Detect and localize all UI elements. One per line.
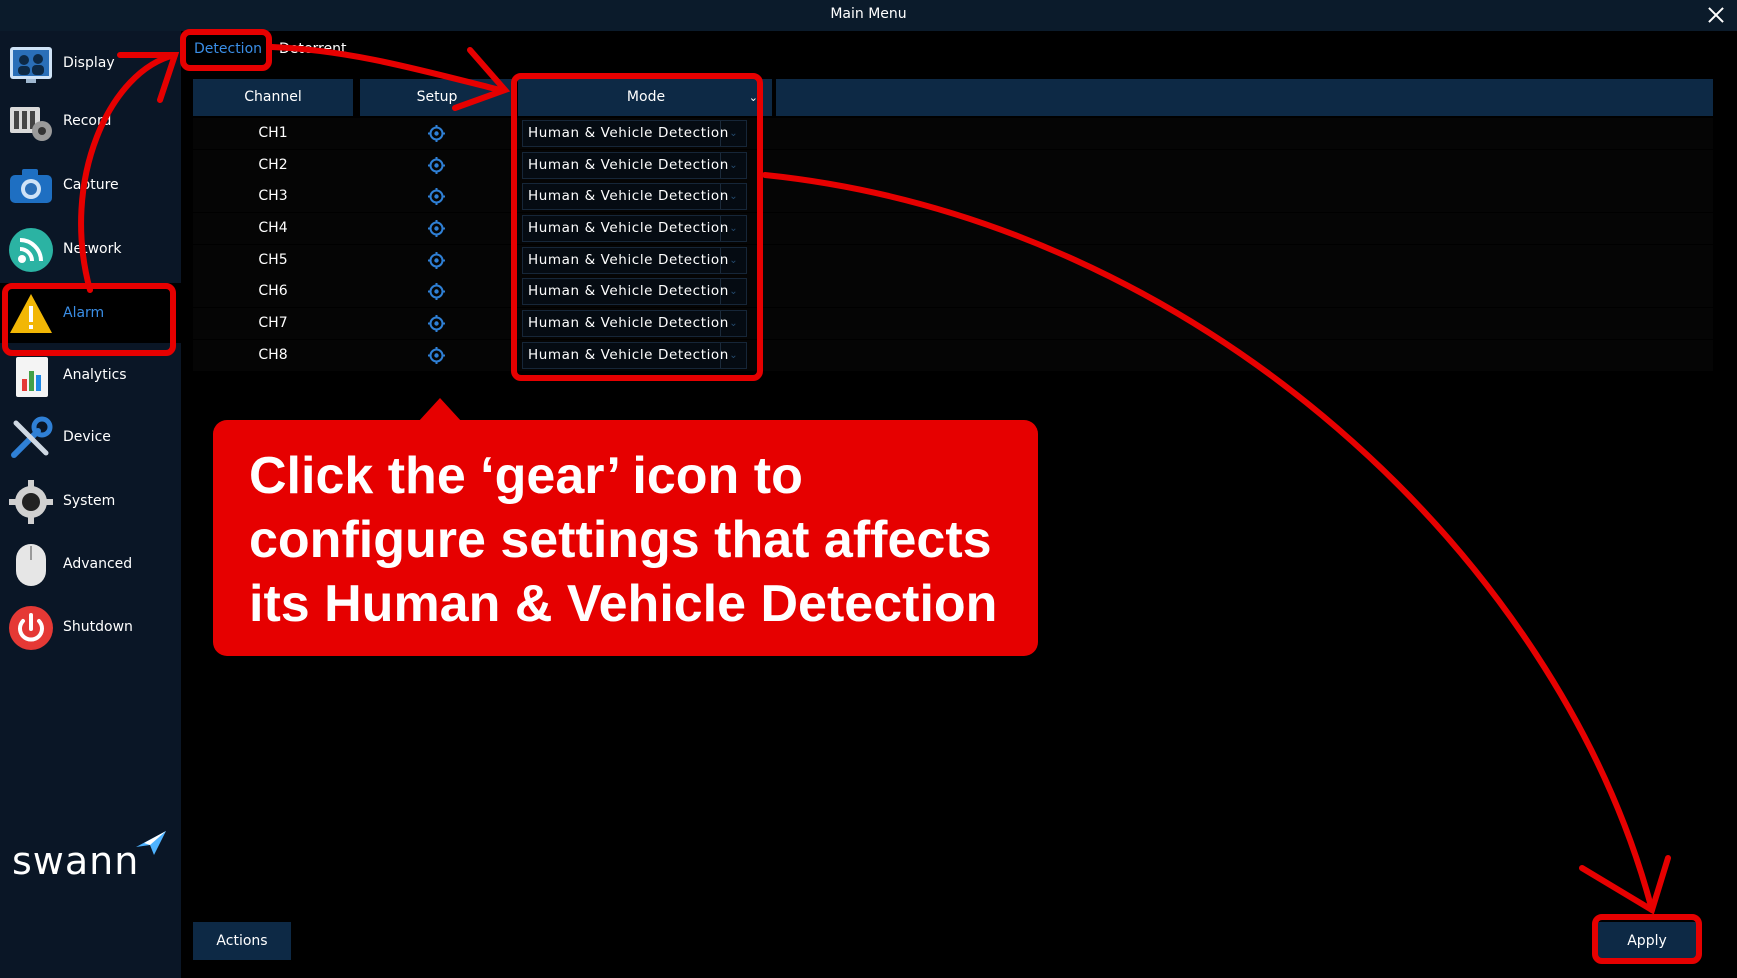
- gear-icon: [9, 480, 53, 524]
- highlight-detection-tab: [180, 29, 272, 71]
- setup-gear-icon[interactable]: [428, 315, 445, 332]
- record-icon: [10, 107, 52, 141]
- highlight-alarm-item: [2, 283, 176, 356]
- table-row: CH1 Human & Vehicle Detection ⌄: [193, 118, 1713, 149]
- channel-cell: CH7: [258, 315, 288, 331]
- channel-cell: CH4: [258, 220, 288, 236]
- network-icon: [9, 228, 53, 272]
- sidebar-item-label: System: [63, 493, 116, 509]
- title-bar: Main Menu: [0, 0, 1737, 31]
- camera-icon: [10, 169, 52, 203]
- column-header-channel: Channel: [244, 89, 302, 105]
- sidebar-item-advanced[interactable]: Advanced: [0, 534, 181, 594]
- sidebar-item-network[interactable]: Network: [0, 219, 181, 279]
- setup-gear-icon[interactable]: [428, 347, 445, 364]
- column-header-setup: Setup: [357, 79, 517, 116]
- setup-gear-icon[interactable]: [428, 252, 445, 269]
- highlight-apply-button: [1592, 914, 1702, 964]
- table-row: CH2 Human & Vehicle Detection ⌄: [193, 150, 1713, 181]
- setup-gear-icon[interactable]: [428, 188, 445, 205]
- sidebar-item-label: Capture: [63, 177, 119, 193]
- channel-cell: CH1: [258, 125, 288, 141]
- setup-gear-icon[interactable]: [428, 220, 445, 237]
- setup-gear-icon[interactable]: [428, 283, 445, 300]
- sidebar-item-label: Network: [63, 241, 122, 257]
- sidebar-item-device[interactable]: Device: [0, 407, 181, 467]
- power-icon: [9, 606, 53, 650]
- close-icon[interactable]: [1705, 4, 1727, 26]
- table-row: CH7 Human & Vehicle Detection ⌄: [193, 308, 1713, 339]
- table-row: CH8 Human & Vehicle Detection ⌄: [193, 340, 1713, 371]
- actions-button[interactable]: Actions: [193, 922, 291, 960]
- mouse-icon: [16, 544, 46, 586]
- channel-cell: CH2: [258, 157, 288, 173]
- sidebar-item-capture[interactable]: Capture: [0, 155, 181, 215]
- setup-gear-icon[interactable]: [428, 125, 445, 142]
- analytics-icon: [16, 357, 48, 397]
- tab-deterrent[interactable]: Deterrent: [279, 41, 346, 57]
- sidebar-item-record[interactable]: Record: [0, 91, 181, 151]
- setup-gear-icon[interactable]: [428, 157, 445, 174]
- swann-logo: swann: [12, 821, 172, 883]
- window-title: Main Menu: [830, 6, 907, 22]
- logo-text: swann: [12, 839, 140, 883]
- column-divider: [772, 79, 776, 116]
- sidebar-item-shutdown[interactable]: Shutdown: [0, 597, 181, 657]
- highlight-mode-column: [511, 73, 763, 381]
- channel-cell: CH5: [258, 252, 288, 268]
- table-row: CH6 Human & Vehicle Detection ⌄: [193, 276, 1713, 307]
- sidebar-item-label: Advanced: [63, 556, 133, 572]
- sidebar-item-label: Record: [63, 113, 112, 129]
- sidebar-item-display[interactable]: Display: [0, 33, 181, 93]
- table-row: CH3 Human & Vehicle Detection ⌄: [193, 181, 1713, 212]
- logo-bird-icon: [136, 831, 166, 855]
- table-row: CH4 Human & Vehicle Detection ⌄: [193, 213, 1713, 244]
- arrow-mode-to-apply-head: [1579, 855, 1671, 915]
- callout-text: Click the ‘gear’ icon to configure setti…: [249, 447, 998, 633]
- sidebar-item-label: Display: [63, 55, 115, 71]
- sidebar-item-label: Device: [63, 429, 111, 445]
- sidebar: Display Record Capture Network Alarm Ana…: [0, 31, 181, 978]
- display-icon: [10, 47, 52, 83]
- sidebar-item-system[interactable]: System: [0, 471, 181, 531]
- table-header: Channel Setup Mode ⌄: [193, 79, 1713, 116]
- tab-bar: Detection Deterrent: [181, 31, 1737, 71]
- table-row: CH5 Human & Vehicle Detection ⌄: [193, 245, 1713, 276]
- callout-pointer: [418, 398, 462, 422]
- channel-cell: CH3: [258, 188, 288, 204]
- tools-icon: [11, 416, 53, 458]
- channel-cell: CH6: [258, 283, 288, 299]
- instruction-callout: Click the ‘gear’ icon to configure setti…: [213, 420, 1038, 656]
- sidebar-item-label: Shutdown: [63, 619, 133, 635]
- sidebar-item-label: Analytics: [63, 367, 127, 383]
- channel-cell: CH8: [258, 347, 288, 363]
